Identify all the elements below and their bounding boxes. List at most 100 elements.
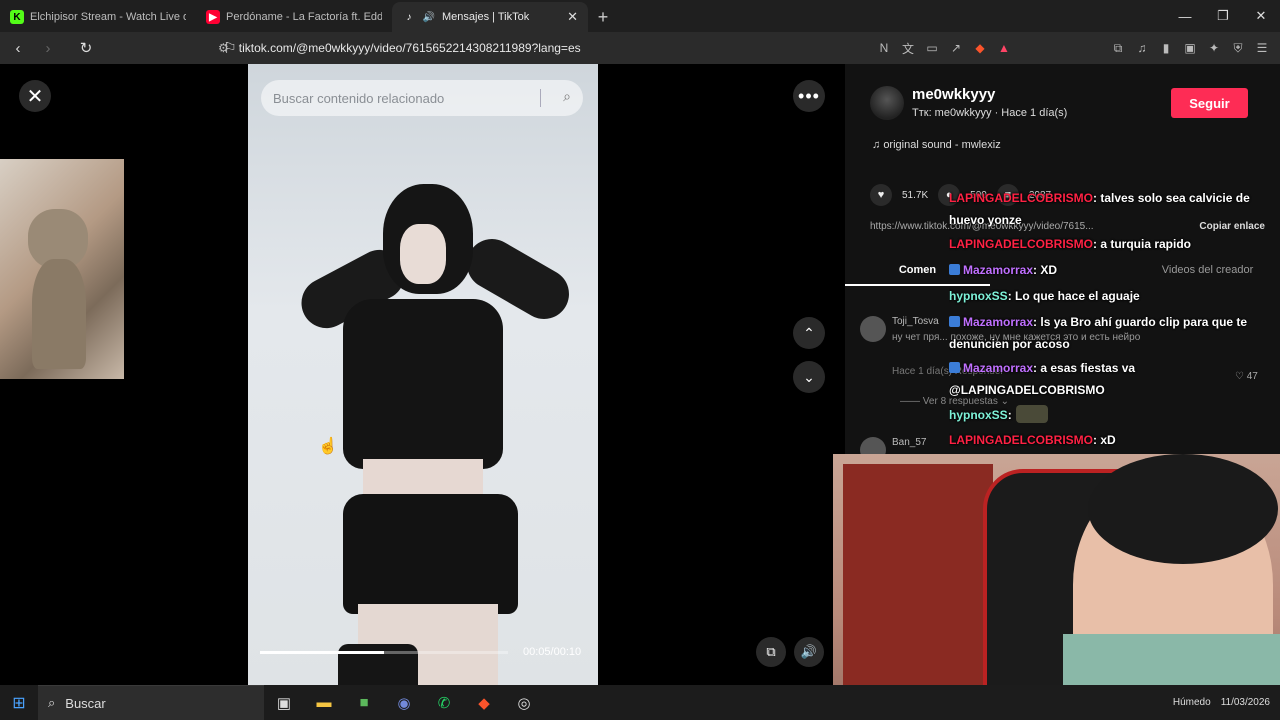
chat-badge-icon bbox=[949, 362, 960, 373]
author-username[interactable]: me0wkkyyy bbox=[912, 86, 995, 103]
streamer-webcam bbox=[833, 454, 1280, 720]
tiktok-icon: ♪ bbox=[406, 11, 412, 23]
windows-start-icon[interactable]: ⊞ bbox=[0, 685, 38, 720]
back-icon[interactable]: ‹ bbox=[6, 36, 30, 60]
rewards-icon[interactable]: ▲ bbox=[994, 38, 1014, 58]
translate-icon[interactable]: 文 bbox=[898, 38, 918, 58]
tab-title: Elchipisor Stream - Watch Live on Kic bbox=[30, 11, 186, 23]
like-icon[interactable]: ♥ bbox=[870, 184, 892, 206]
chat-username: LAPINGADELCOBRISMO bbox=[949, 237, 1093, 251]
chat-message: Mazamorrax: ls ya Bro ahí guardo clip pa… bbox=[949, 311, 1269, 355]
share-icon[interactable]: ↗ bbox=[946, 38, 966, 58]
video-player[interactable]: Buscar contenido relacionado ⌕ 00:05/00:… bbox=[248, 64, 598, 685]
screen: K Elchipisor Stream - Watch Live on Kic … bbox=[0, 0, 1280, 720]
speaker-icon: 🔊 bbox=[422, 11, 436, 23]
cast-icon[interactable]: ▭ bbox=[922, 38, 942, 58]
sound-name: original sound - mwlexiz bbox=[883, 139, 1001, 151]
webcam-hair bbox=[1088, 454, 1278, 564]
restore-icon[interactable]: ❐ bbox=[1204, 0, 1242, 32]
video-shape bbox=[400, 224, 446, 284]
more-icon: ••• bbox=[798, 85, 820, 106]
comment-author[interactable]: Ban_57 bbox=[892, 437, 926, 448]
volume-button[interactable]: 🔊 bbox=[794, 637, 824, 667]
chat-message: Mazamorrax: XD bbox=[949, 260, 1269, 280]
tab-title: Perdóname - La Factoría ft. Eddy Lov bbox=[226, 11, 382, 23]
task-view-icon[interactable]: ▣ bbox=[264, 685, 304, 720]
whatsapp-icon[interactable]: ✆ bbox=[424, 685, 464, 720]
video-time: 00:05/00:10 bbox=[523, 646, 582, 658]
chat-username: LAPINGADELCOBRISMO bbox=[949, 191, 1093, 205]
chat-username: Mazamorrax bbox=[963, 315, 1034, 329]
emote-icon bbox=[1015, 405, 1048, 423]
youtube-icon: ▶ bbox=[206, 10, 220, 24]
tab-youtube[interactable]: ▶ Perdóname - La Factoría ft. Eddy Lov bbox=[196, 2, 392, 32]
avatar[interactable] bbox=[860, 316, 886, 342]
like-count: 51.7K bbox=[902, 189, 929, 201]
next-video-button[interactable]: ⌄ bbox=[793, 361, 825, 393]
search-icon[interactable]: ⌕ bbox=[563, 88, 571, 105]
tab-tiktok[interactable]: ♪ 🔊 Mensajes | TikTok ✕ bbox=[392, 2, 588, 32]
toolbar-icons: N 文 ▭ ↗ ◆ ▲ ⧉ ♫ ▮ ▣ ✦ ⛨ ☰ bbox=[874, 36, 1280, 60]
divider: —— bbox=[900, 396, 923, 407]
clock-date[interactable]: 11/03/2026 bbox=[1221, 697, 1270, 708]
ai-icon[interactable]: ✦ bbox=[1204, 38, 1224, 58]
close-window-icon[interactable]: ✕ bbox=[1242, 0, 1280, 32]
url-text: tiktok.com/@me0wkkyyy/video/761565221430… bbox=[238, 41, 581, 55]
cat-body bbox=[32, 259, 86, 369]
chevron-up-icon: ⌃ bbox=[803, 324, 815, 341]
kick-icon: K bbox=[10, 10, 24, 24]
volume-icon: 🔊 bbox=[800, 644, 818, 659]
taskbar-search[interactable]: ⌕ Buscar bbox=[38, 685, 264, 720]
menu-icon[interactable]: ☰ bbox=[1252, 38, 1272, 58]
floating-player-button[interactable]: ⧉ bbox=[756, 637, 786, 667]
chevron-down-icon: ⌄ bbox=[803, 368, 815, 385]
address-bar: ‹ › ↻ ⚐ ⚙ tiktok.com/@me0wkkyyy/video/76… bbox=[0, 32, 1280, 64]
minecraft-icon[interactable]: ■ bbox=[344, 685, 384, 720]
brave-shield-icon[interactable]: ◆ bbox=[970, 38, 990, 58]
chat-text: : Lo que hace el aguaje bbox=[1007, 289, 1140, 303]
video-shape bbox=[343, 494, 518, 614]
sidebar-icon[interactable]: ▮ bbox=[1156, 38, 1176, 58]
no-translate-icon[interactable]: N bbox=[874, 38, 894, 58]
forward-icon[interactable]: › bbox=[36, 36, 60, 60]
site-info-icon[interactable]: ⚙ bbox=[218, 41, 229, 55]
close-tab-icon[interactable]: ✕ bbox=[567, 9, 578, 25]
obs-icon[interactable]: ◎ bbox=[504, 685, 544, 720]
chat-message: LAPINGADELCOBRISMO: a turquia rapido bbox=[949, 234, 1269, 254]
webcam-door bbox=[843, 464, 993, 720]
search-placeholder: Buscar contenido relacionado bbox=[273, 90, 445, 106]
chat-username: Mazamorrax bbox=[963, 361, 1034, 375]
wallet-icon[interactable]: ▣ bbox=[1180, 38, 1200, 58]
new-tab-button[interactable]: + bbox=[588, 2, 618, 32]
screenshot-icon[interactable]: ⧉ bbox=[1108, 38, 1128, 58]
vpn-icon[interactable]: ⛨ bbox=[1228, 38, 1248, 58]
tab-title: Mensajes | TikTok bbox=[442, 11, 530, 23]
discord-icon[interactable]: ◉ bbox=[384, 685, 424, 720]
author-subtitle: Ттк: me0wkkyyy · Hace 1 día(s) bbox=[912, 107, 1068, 119]
tab-kick[interactable]: K Elchipisor Stream - Watch Live on Kic bbox=[0, 2, 196, 32]
previous-video-button[interactable]: ⌃ bbox=[793, 317, 825, 349]
reload-icon[interactable]: ↻ bbox=[74, 36, 98, 60]
video-progress-bar[interactable] bbox=[260, 651, 508, 654]
chat-username: hypnoxSS bbox=[949, 408, 1008, 422]
brave-icon[interactable]: ◆ bbox=[464, 685, 504, 720]
taskbar-search-label: Buscar bbox=[65, 695, 106, 711]
chat-message: LAPINGADELCOBRISMO: talves solo sea calv… bbox=[949, 187, 1269, 231]
close-video-button[interactable]: ✕ bbox=[19, 80, 51, 112]
music-icon[interactable]: ♫ bbox=[1132, 38, 1152, 58]
related-search-input[interactable]: Buscar contenido relacionado ⌕ bbox=[261, 80, 583, 116]
chat-message: hypnoxSS: bbox=[949, 405, 1269, 425]
follow-button[interactable]: Seguir bbox=[1171, 88, 1248, 118]
sound-link[interactable]: ♫ original sound - mwlexiz bbox=[872, 139, 1001, 151]
more-options-button[interactable]: ••• bbox=[793, 80, 825, 112]
file-explorer-icon[interactable]: ▬ bbox=[304, 685, 344, 720]
comment-author[interactable]: Toji_Tosva bbox=[892, 316, 939, 327]
system-tray: Húmedo 11/03/2026 bbox=[1173, 685, 1280, 720]
chat-message: LAPINGADELCOBRISMO: xD bbox=[949, 430, 1269, 450]
close-icon: ✕ bbox=[26, 85, 44, 108]
minimize-icon[interactable]: — bbox=[1166, 0, 1204, 32]
chat-message: Mazamorrax: a esas fiestas va @LAPINGADE… bbox=[949, 357, 1269, 401]
author-avatar[interactable] bbox=[870, 86, 904, 120]
weather-label[interactable]: Húmedo bbox=[1173, 697, 1211, 708]
cat-overlay-image bbox=[0, 159, 124, 379]
